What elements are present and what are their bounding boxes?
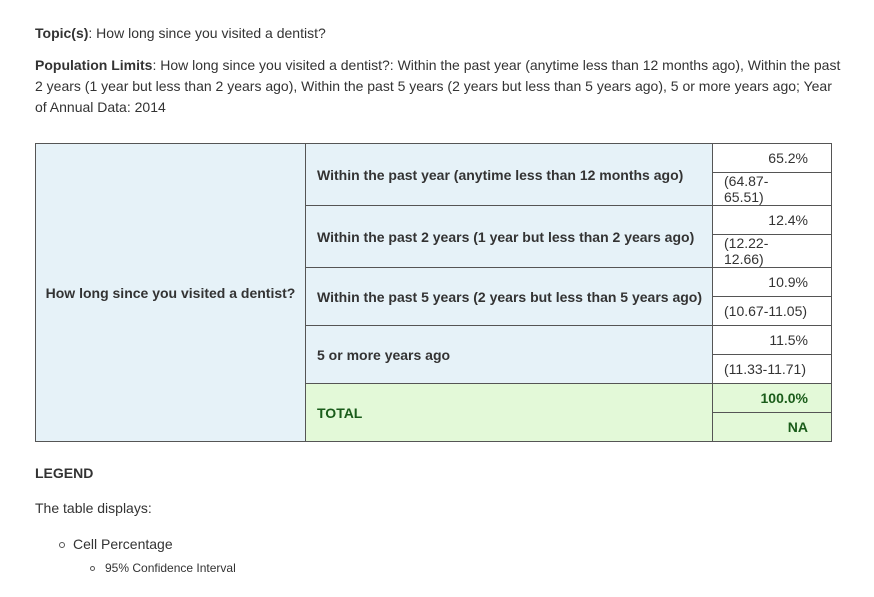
ci-cell: (11.33-11.71) bbox=[712, 354, 832, 384]
category-cell: 5 or more years ago bbox=[305, 325, 713, 384]
population-limits-label: Population Limits bbox=[35, 57, 153, 73]
category-cell: Within the past 5 years (2 years but les… bbox=[305, 267, 713, 326]
category-cell: Within the past 2 years (1 year but less… bbox=[305, 205, 713, 268]
ci-cell: (64.87-65.51) bbox=[712, 172, 832, 206]
ci-cell: (12.22-12.66) bbox=[712, 234, 832, 268]
percent-cell: 11.5% bbox=[712, 325, 832, 355]
table-row: How long since you visited a dentist? Wi… bbox=[35, 143, 832, 442]
row-header: How long since you visited a dentist? bbox=[35, 143, 306, 442]
percent-cell: 65.2% bbox=[712, 143, 832, 173]
percent-cell: 10.9% bbox=[712, 267, 832, 297]
legend-description: The table displays: bbox=[35, 500, 152, 516]
legend-title: LEGEND bbox=[35, 465, 94, 481]
hollow-bullet-icon bbox=[90, 566, 95, 571]
category-cell: Within the past year (anytime less than … bbox=[305, 143, 713, 206]
legend-item-confidence-interval: 95% Confidence Interval bbox=[105, 561, 236, 575]
total-percent-cell: 100.0% bbox=[712, 383, 832, 413]
total-ci-cell: NA bbox=[712, 412, 832, 442]
total-label-cell: TOTAL bbox=[305, 383, 713, 442]
percent-cell: 12.4% bbox=[712, 205, 832, 235]
topic-value: : How long since you visited a dentist? bbox=[88, 25, 326, 41]
topic-line: Topic(s): How long since you visited a d… bbox=[35, 24, 326, 42]
results-table: How long since you visited a dentist? Wi… bbox=[35, 143, 832, 442]
hollow-bullet-icon bbox=[59, 542, 65, 548]
population-limits: Population Limits: How long since you vi… bbox=[35, 55, 847, 118]
legend-item-cell-percentage: Cell Percentage bbox=[73, 536, 173, 552]
population-limits-value: : How long since you visited a dentist?:… bbox=[35, 57, 841, 115]
ci-cell: (10.67-11.05) bbox=[712, 296, 832, 326]
topic-label: Topic(s) bbox=[35, 25, 89, 41]
